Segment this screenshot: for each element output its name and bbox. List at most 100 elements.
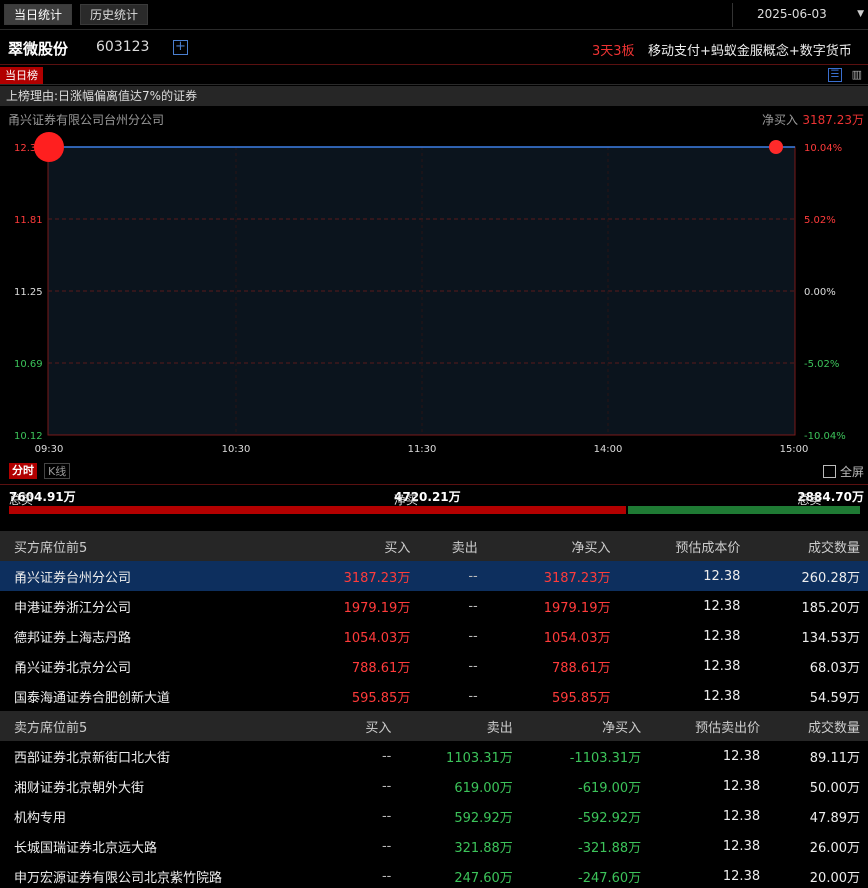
table-row[interactable]: 西部证券北京新街口北大街 -- 1103.31万 -1103.31万 12.38 89.1…	[0, 741, 868, 771]
table-cell: --	[418, 561, 486, 591]
chevron-down-icon: ▼	[857, 9, 864, 19]
mode-intraday[interactable]: 分时	[9, 463, 37, 479]
fullscreen-button[interactable]: 全屏	[822, 463, 864, 480]
table-cell: 321.88万	[454, 840, 513, 856]
table-row[interactable]: 长城国瑞证券北京远大路 -- 321.88万 -321.88万 12.38 26.00万	[0, 831, 868, 861]
table-cell: 1054.03万	[343, 630, 411, 646]
table-cell: --	[468, 688, 478, 704]
x-tick: 11:30	[408, 444, 437, 455]
table-row[interactable]: 甬兴证券台州分公司 3187.23万 -- 3187.23万 12.38 260.28万	[0, 561, 868, 591]
seat-name: 湘财证券北京朝外大街	[14, 780, 145, 796]
table-row[interactable]: 湘财证券北京朝外大街 -- 619.00万 -619.00万 12.38 50.00万	[0, 771, 868, 801]
table-cell: -247.60万	[578, 870, 642, 886]
start-marker	[34, 132, 64, 162]
sell-table-header: 卖方席位前5 买入 卖出 净买入 预估卖出价 成交数量	[0, 711, 868, 741]
y-tick-right: -10.04%	[804, 431, 846, 442]
table-cell: 12.38	[618, 561, 749, 591]
table-cell: 12.38	[722, 868, 761, 884]
table-cell: 247.60万	[454, 870, 513, 886]
table-row[interactable]: 申万宏源证券有限公司北京紫竹院路 -- 247.60万 -247.60万 12.38 20…	[0, 861, 868, 888]
column-header: 净买入	[485, 531, 619, 561]
table-cell: 47.89万	[809, 810, 860, 826]
table-cell: 12.38	[722, 838, 761, 854]
y-axis-right: 10.04% 5.02% 0.00% -5.02% -10.04%	[804, 143, 846, 442]
y-tick-left: 10.69	[14, 359, 43, 370]
table-cell: 3187.23万	[285, 561, 419, 591]
list-tag[interactable]: 当日榜	[0, 67, 43, 84]
table-cell: -592.92万	[578, 810, 642, 826]
y-tick-left: 11.81	[14, 215, 43, 226]
table-cell: 12.38	[703, 628, 741, 644]
table-cell: --	[468, 658, 478, 674]
seat-name: 机构专用	[14, 810, 67, 826]
table-cell: 26.00万	[809, 840, 860, 856]
table-cell: 3187.23万	[485, 561, 619, 591]
stock-header: 翠微股份 603123 + 3天3板 移动支付+蚂蚁金服概念+数字货币	[0, 30, 868, 65]
buy-ratio-bar	[9, 506, 626, 514]
list-header: 当日榜 ☰ ▥	[0, 66, 868, 85]
table-cell: 1979.19万	[543, 600, 611, 616]
table-cell: 12.38	[722, 748, 761, 764]
table-cell: 12.38	[722, 778, 761, 794]
bar-view-icon[interactable]: ▥	[852, 68, 862, 81]
summary-line: 总买 7604.91万 净买 4720.21万 总卖 2884.70万	[0, 484, 868, 507]
table-cell: -619.00万	[578, 780, 642, 796]
table-cell: 89.11万	[809, 750, 860, 766]
chart-mode-bar: 分时 K线 全屏	[0, 462, 868, 482]
column-header: 买方席位前5	[0, 531, 286, 561]
table-cell: 260.28万	[748, 561, 868, 591]
table-row[interactable]: 申港证券浙江分公司 1979.19万 -- 1979.19万 12.38 185.20万	[0, 591, 868, 621]
seat-name: 西部证券北京新街口北大街	[14, 750, 171, 766]
add-watchlist-icon[interactable]: +	[173, 40, 188, 55]
intraday-chart[interactable]: 12.3811.8111.2510.6910.12 10.04%5.02%0.0…	[0, 128, 868, 462]
table-cell: 595.85万	[551, 690, 611, 706]
table-cell: 12.38	[703, 688, 741, 704]
table-cell: -321.88万	[578, 840, 642, 856]
table-row[interactable]: 甬兴证券北京分公司 788.61万 -- 788.61万 12.38 68.03万	[0, 651, 868, 681]
mode-kline[interactable]: K线	[44, 463, 71, 479]
y-tick-right: -5.02%	[804, 359, 839, 370]
table-cell: 595.85万	[351, 690, 411, 706]
top-bar: 当日统计 历史统计 2025-06-03 ▼	[0, 0, 868, 30]
buy-table-header: 买方席位前5 买入 卖出 净买入 预估成本价 成交数量	[0, 531, 868, 561]
column-header: 成交数量	[768, 711, 868, 741]
y-tick-left: 10.12	[14, 431, 43, 442]
column-header: 买入	[285, 531, 419, 561]
seat-name: 申万宏源证券有限公司北京紫竹院路	[14, 870, 223, 886]
column-header: 买入	[337, 711, 400, 741]
stock-code: 603123	[96, 39, 150, 55]
sell-seats-table: 卖方席位前5 买入 卖出 净买入 预估卖出价 成交数量 西部证券北京新街口北大街 -- 110…	[0, 711, 868, 888]
net-buy: 净买 4720.21万	[394, 488, 461, 507]
column-header: 预估成本价	[618, 531, 749, 561]
y-tick-right: 5.02%	[804, 215, 836, 226]
net-buy-label: 净买入	[761, 113, 798, 127]
table-cell: 1054.03万	[543, 630, 611, 646]
y-tick-right: 10.04%	[804, 143, 842, 154]
fullscreen-icon	[822, 465, 836, 478]
table-cell: --	[381, 808, 392, 824]
seat-name: 甬兴证券台州分公司	[0, 561, 286, 591]
seat-name: 甬兴证券北京分公司	[14, 660, 132, 676]
tab-today-stats[interactable]: 当日统计	[4, 4, 73, 25]
tab-history-stats[interactable]: 历史统计	[80, 4, 149, 25]
column-header: 卖方席位前5	[0, 711, 338, 741]
list-view-icon[interactable]: ☰	[828, 68, 842, 82]
table-cell: 788.61万	[551, 660, 611, 676]
table-cell: 12.38	[703, 658, 741, 674]
date-picker[interactable]: 2025-06-03 ▼	[732, 3, 868, 27]
x-axis: 09:30 10:30 11:30 14:00 15:00	[35, 444, 809, 455]
x-tick: 09:30	[35, 444, 64, 455]
column-header: 卖出	[418, 531, 486, 561]
total-buy: 总买 7604.91万	[9, 488, 76, 507]
table-row[interactable]: 机构专用 -- 592.92万 -592.92万 12.38 47.89万	[0, 801, 868, 831]
limit-up-board: 3天3板	[592, 44, 635, 59]
table-row[interactable]: 国泰海通证券合肥创新大道 595.85万 -- 595.85万 12.38 54.59万	[0, 681, 868, 711]
table-cell: 619.00万	[454, 780, 513, 796]
table-cell: 134.53万	[801, 630, 861, 646]
seat-name: 长城国瑞证券北京远大路	[14, 840, 158, 856]
table-row[interactable]: 德邦证券上海志丹路 1054.03万 -- 1054.03万 12.38 134.53万	[0, 621, 868, 651]
total-sell: 总卖 2884.70万	[797, 488, 864, 507]
table-cell: 50.00万	[809, 780, 860, 796]
table-cell: 68.03万	[809, 660, 860, 676]
column-header: 净买入	[520, 711, 650, 741]
